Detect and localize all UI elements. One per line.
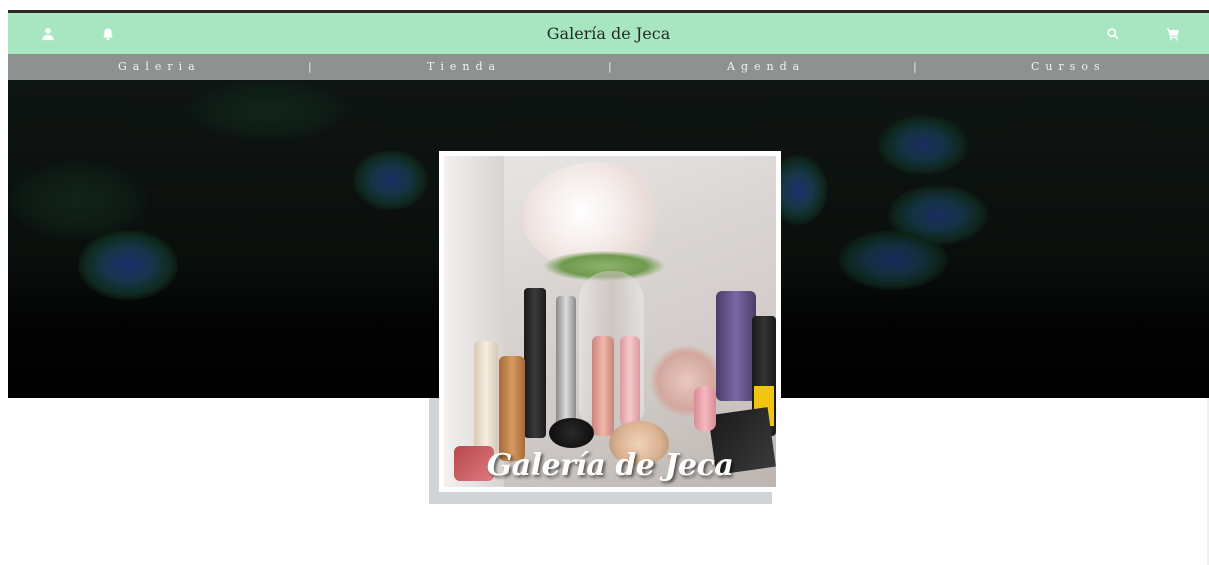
nav-item-cursos[interactable]: Cursos xyxy=(1031,54,1106,80)
nav-separator: | xyxy=(308,60,312,73)
pink-lipstick xyxy=(694,386,716,431)
cart-icon[interactable] xyxy=(1165,26,1181,42)
main-nav: Galeria | Tienda | Agenda | Cursos xyxy=(8,54,1209,80)
feather-decoration xyxy=(353,150,428,210)
featured-photo-frame[interactable]: Galería de Jeca xyxy=(439,151,781,492)
setting-spray xyxy=(716,291,756,401)
feather-decoration xyxy=(78,230,178,300)
pink-gloss xyxy=(620,336,640,426)
header-right-icons xyxy=(1105,13,1181,54)
concealer xyxy=(474,341,498,456)
nav-separator: | xyxy=(913,60,917,73)
nav-item-galeria[interactable]: Galeria xyxy=(118,54,201,80)
search-icon[interactable] xyxy=(1105,26,1121,42)
mascara-tube xyxy=(524,288,546,438)
site-header: Galería de Jeca xyxy=(8,13,1209,54)
featured-photo: Galería de Jeca xyxy=(444,156,776,487)
feather-decoration xyxy=(8,160,148,240)
nav-item-agenda[interactable]: Agenda xyxy=(727,54,805,80)
feather-decoration xyxy=(188,80,348,140)
pink-gloss xyxy=(592,336,614,436)
nav-separator: | xyxy=(608,60,612,73)
photo-caption: Galería de Jeca xyxy=(486,448,734,483)
user-icon[interactable] xyxy=(40,26,56,42)
feather-decoration xyxy=(838,230,948,290)
site-title[interactable]: Galería de Jeca xyxy=(8,13,1209,54)
header-left-icons xyxy=(40,13,116,54)
nav-item-tienda[interactable]: Tienda xyxy=(427,54,501,80)
bell-icon[interactable] xyxy=(100,26,116,42)
elf-jar xyxy=(549,418,594,448)
feather-decoration xyxy=(878,115,968,175)
silver-tube xyxy=(556,296,576,436)
concealer xyxy=(499,356,525,461)
